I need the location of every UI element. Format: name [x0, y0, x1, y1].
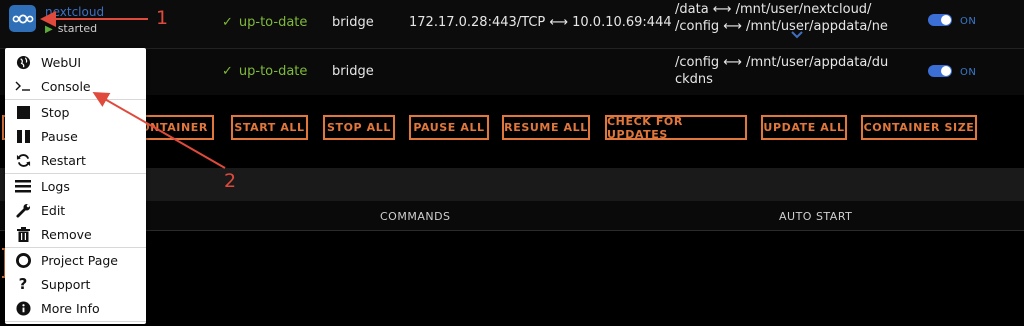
container-row-nextcloud: nextcloud ▶ started ✓ up-to-date bridge 17…: [0, 0, 1024, 48]
play-icon: ▶: [45, 24, 53, 35]
volume-line: /config ⟷ /mnt/user/appdata/du: [675, 55, 889, 70]
container-row-duckdns: ✓ up-to-date bridge /config ⟷ /mnt/user/a…: [0, 48, 1024, 95]
menu-item-label: Console: [41, 78, 91, 94]
annotation-number-2: 2: [224, 170, 237, 192]
version-status: ✓ up-to-date: [222, 15, 307, 30]
container-size-button[interactable]: CONTAINER SIZE: [861, 115, 977, 140]
menu-item-label: Logs: [41, 178, 70, 194]
check-icon: ✓: [222, 15, 233, 30]
version-text: up-to-date: [238, 64, 308, 79]
container-name-link[interactable]: nextcloud: [45, 5, 104, 19]
menu-item-edit[interactable]: Edit: [5, 198, 146, 222]
volume-line: /data ⟷ /mnt/user/nextcloud/: [675, 2, 872, 17]
globe-icon: [15, 54, 31, 70]
start-all-button[interactable]: START ALL: [231, 115, 308, 140]
autostart-label: ON: [960, 16, 977, 27]
trash-icon: [15, 226, 31, 242]
menu-divider: [5, 321, 146, 322]
volume-mappings: /config ⟷ /mnt/user/appdata/du ckdns: [675, 54, 888, 88]
resume-all-button[interactable]: RESUME ALL: [502, 115, 590, 140]
menu-item-label: Edit: [41, 202, 66, 218]
port-mappings: 172.17.0.28:443/TCP ⟷ 10.0.10.69:444: [409, 15, 672, 30]
container-context-menu: WebUI Console Stop Pause Restart Logs Ed…: [5, 48, 146, 324]
autostart-toggle[interactable]: [928, 65, 952, 77]
chevron-down-icon[interactable]: [790, 30, 804, 40]
volume-line: /config ⟷ /mnt/user/appdata/ne: [675, 19, 888, 34]
network-type: bridge: [332, 64, 374, 79]
info-icon: [15, 300, 31, 316]
menu-item-stop[interactable]: Stop: [5, 100, 146, 124]
wrench-icon: [15, 202, 31, 218]
menu-item-label: Remove: [41, 226, 92, 242]
pause-all-button[interactable]: PAUSE ALL: [409, 115, 489, 140]
table-header: COMMANDS AUTO START: [0, 201, 1024, 231]
menu-item-label: Restart: [41, 152, 86, 168]
volume-mappings: /data ⟷ /mnt/user/nextcloud/ /config ⟷ /…: [675, 1, 888, 35]
stop-all-button[interactable]: STOP ALL: [323, 115, 395, 140]
menu-item-more-info[interactable]: More Info: [5, 296, 146, 320]
annotation-number-1: 1: [156, 7, 169, 29]
restart-icon: [15, 152, 31, 168]
check-for-updates-button[interactable]: CHECK FOR UPDATES: [605, 115, 747, 141]
menu-item-remove[interactable]: Remove: [5, 222, 146, 246]
pause-icon: [15, 128, 31, 144]
volume-line: ckdns: [675, 72, 713, 87]
menu-item-project-page[interactable]: Project Page: [5, 248, 146, 272]
menu-item-label: Pause: [41, 128, 78, 144]
commands-column-header: COMMANDS: [380, 210, 451, 223]
menu-item-support[interactable]: ? Support: [5, 272, 146, 296]
autostart-column-header: AUTO START: [779, 210, 853, 223]
lifebuoy-icon: [15, 252, 31, 268]
version-status: ✓ up-to-date: [222, 64, 307, 79]
version-text: up-to-date: [238, 15, 308, 30]
autostart-label: ON: [960, 67, 977, 78]
menu-item-pause[interactable]: Pause: [5, 124, 146, 148]
section-header-bar: [0, 168, 1024, 201]
nextcloud-app-icon[interactable]: [9, 5, 36, 32]
action-button-bar: ONTAINER START ALL STOP ALL PAUSE ALL RE…: [0, 112, 1024, 146]
autostart-toggle[interactable]: [928, 14, 952, 26]
menu-item-label: Stop: [41, 104, 70, 120]
menu-item-restart[interactable]: Restart: [5, 148, 146, 172]
menu-item-console[interactable]: Console: [5, 74, 146, 98]
question-icon: ?: [18, 275, 28, 293]
stop-icon: [15, 104, 31, 120]
menu-item-label: WebUI: [41, 54, 82, 70]
menu-item-label: More Info: [41, 300, 100, 316]
update-all-button[interactable]: UPDATE ALL: [761, 115, 847, 140]
list-icon: [15, 178, 31, 194]
check-icon: ✓: [222, 64, 233, 79]
menu-item-webui[interactable]: WebUI: [5, 50, 146, 74]
container-status: ▶ started: [45, 22, 97, 35]
nextcloud-logo-icon: [12, 14, 33, 23]
menu-item-label: Support: [41, 276, 91, 292]
menu-item-logs[interactable]: Logs: [5, 174, 146, 198]
network-type: bridge: [332, 15, 374, 30]
status-text: started: [57, 22, 98, 35]
terminal-icon: [15, 78, 31, 94]
menu-item-label: Project Page: [41, 252, 119, 268]
